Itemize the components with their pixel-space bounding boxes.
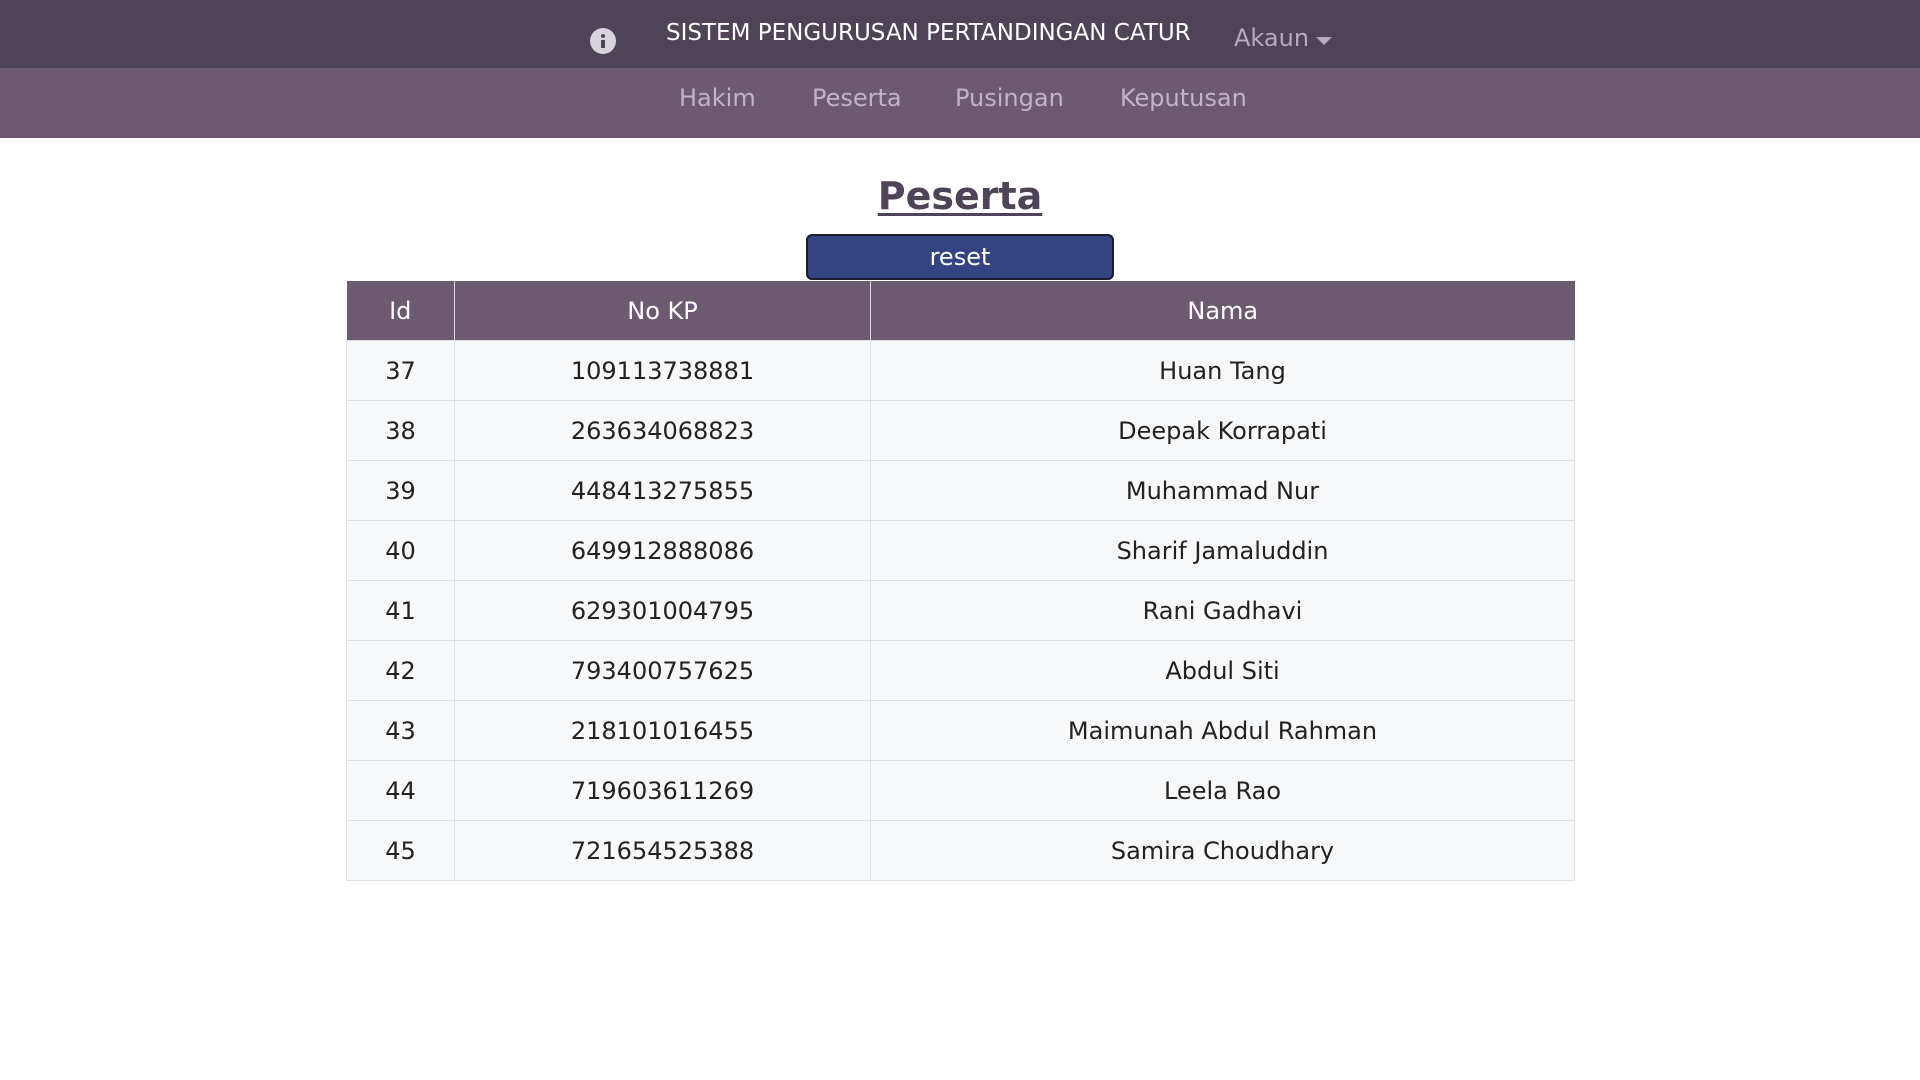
nav-item-pusingan[interactable]: Pusingan bbox=[955, 84, 1064, 112]
cell-nama: Sharif Jamaluddin bbox=[870, 520, 1575, 581]
cell-no-kp: 218101016455 bbox=[454, 700, 871, 761]
cell-nama: Muhammad Nur bbox=[870, 460, 1575, 521]
cell-nama: Maimunah Abdul Rahman bbox=[870, 700, 1575, 761]
cell-no-kp: 649912888086 bbox=[454, 520, 871, 581]
cell-no-kp: 793400757625 bbox=[454, 640, 871, 701]
account-dropdown[interactable]: Akaun bbox=[1234, 24, 1309, 52]
chevron-down-icon[interactable] bbox=[1316, 37, 1332, 45]
page-title: Peserta bbox=[877, 174, 1043, 218]
cell-id: 43 bbox=[346, 700, 455, 761]
cell-no-kp: 719603611269 bbox=[454, 760, 871, 821]
cell-id: 44 bbox=[346, 760, 455, 821]
nav-item-hakim[interactable]: Hakim bbox=[679, 84, 756, 112]
nav-item-keputusan[interactable]: Keputusan bbox=[1120, 84, 1247, 112]
app-title: SISTEM PENGURUSAN PERTANDINGAN CATUR bbox=[666, 20, 1191, 46]
cell-id: 41 bbox=[346, 580, 455, 641]
cell-no-kp: 721654525388 bbox=[454, 820, 871, 881]
column-header-nama: Nama bbox=[870, 281, 1575, 341]
info-circle-icon[interactable] bbox=[590, 28, 616, 54]
cell-nama: Rani Gadhavi bbox=[870, 580, 1575, 641]
cell-no-kp: 263634068823 bbox=[454, 400, 871, 461]
cell-no-kp: 448413275855 bbox=[454, 460, 871, 521]
cell-id: 37 bbox=[346, 340, 455, 401]
nav-item-peserta[interactable]: Peserta bbox=[812, 84, 902, 112]
table-row: 38 263634068823 Deepak Korrapati bbox=[346, 400, 1575, 461]
cell-nama: Huan Tang bbox=[870, 340, 1575, 401]
table-row: 39 448413275855 Muhammad Nur bbox=[346, 460, 1575, 521]
cell-no-kp: 109113738881 bbox=[454, 340, 871, 401]
cell-id: 38 bbox=[346, 400, 455, 461]
cell-nama: Deepak Korrapati bbox=[870, 400, 1575, 461]
column-header-id: Id bbox=[346, 281, 455, 341]
cell-nama: Abdul Siti bbox=[870, 640, 1575, 701]
cell-id: 45 bbox=[346, 820, 455, 881]
cell-nama: Leela Rao bbox=[870, 760, 1575, 821]
participants-table: Id No KP Nama 37 109113738881 Huan Tang … bbox=[346, 281, 1575, 881]
reset-button[interactable]: reset bbox=[806, 234, 1114, 280]
table-row: 40 649912888086 Sharif Jamaluddin bbox=[346, 520, 1575, 581]
column-header-no-kp: No KP bbox=[454, 281, 871, 341]
main-nav: Hakim Peserta Pusingan Keputusan bbox=[0, 68, 1920, 138]
table-row: 42 793400757625 Abdul Siti bbox=[346, 640, 1575, 701]
cell-id: 40 bbox=[346, 520, 455, 581]
cell-nama: Samira Choudhary bbox=[870, 820, 1575, 881]
table-row: 43 218101016455 Maimunah Abdul Rahman bbox=[346, 700, 1575, 761]
table-row: 37 109113738881 Huan Tang bbox=[346, 340, 1575, 401]
cell-no-kp: 629301004795 bbox=[454, 580, 871, 641]
cell-id: 42 bbox=[346, 640, 455, 701]
table-row: 41 629301004795 Rani Gadhavi bbox=[346, 580, 1575, 641]
table-row: 44 719603611269 Leela Rao bbox=[346, 760, 1575, 821]
table-header-row: Id No KP Nama bbox=[346, 281, 1575, 341]
table-row: 45 721654525388 Samira Choudhary bbox=[346, 820, 1575, 881]
cell-id: 39 bbox=[346, 460, 455, 521]
top-header: SISTEM PENGURUSAN PERTANDINGAN CATUR Aka… bbox=[0, 0, 1920, 68]
